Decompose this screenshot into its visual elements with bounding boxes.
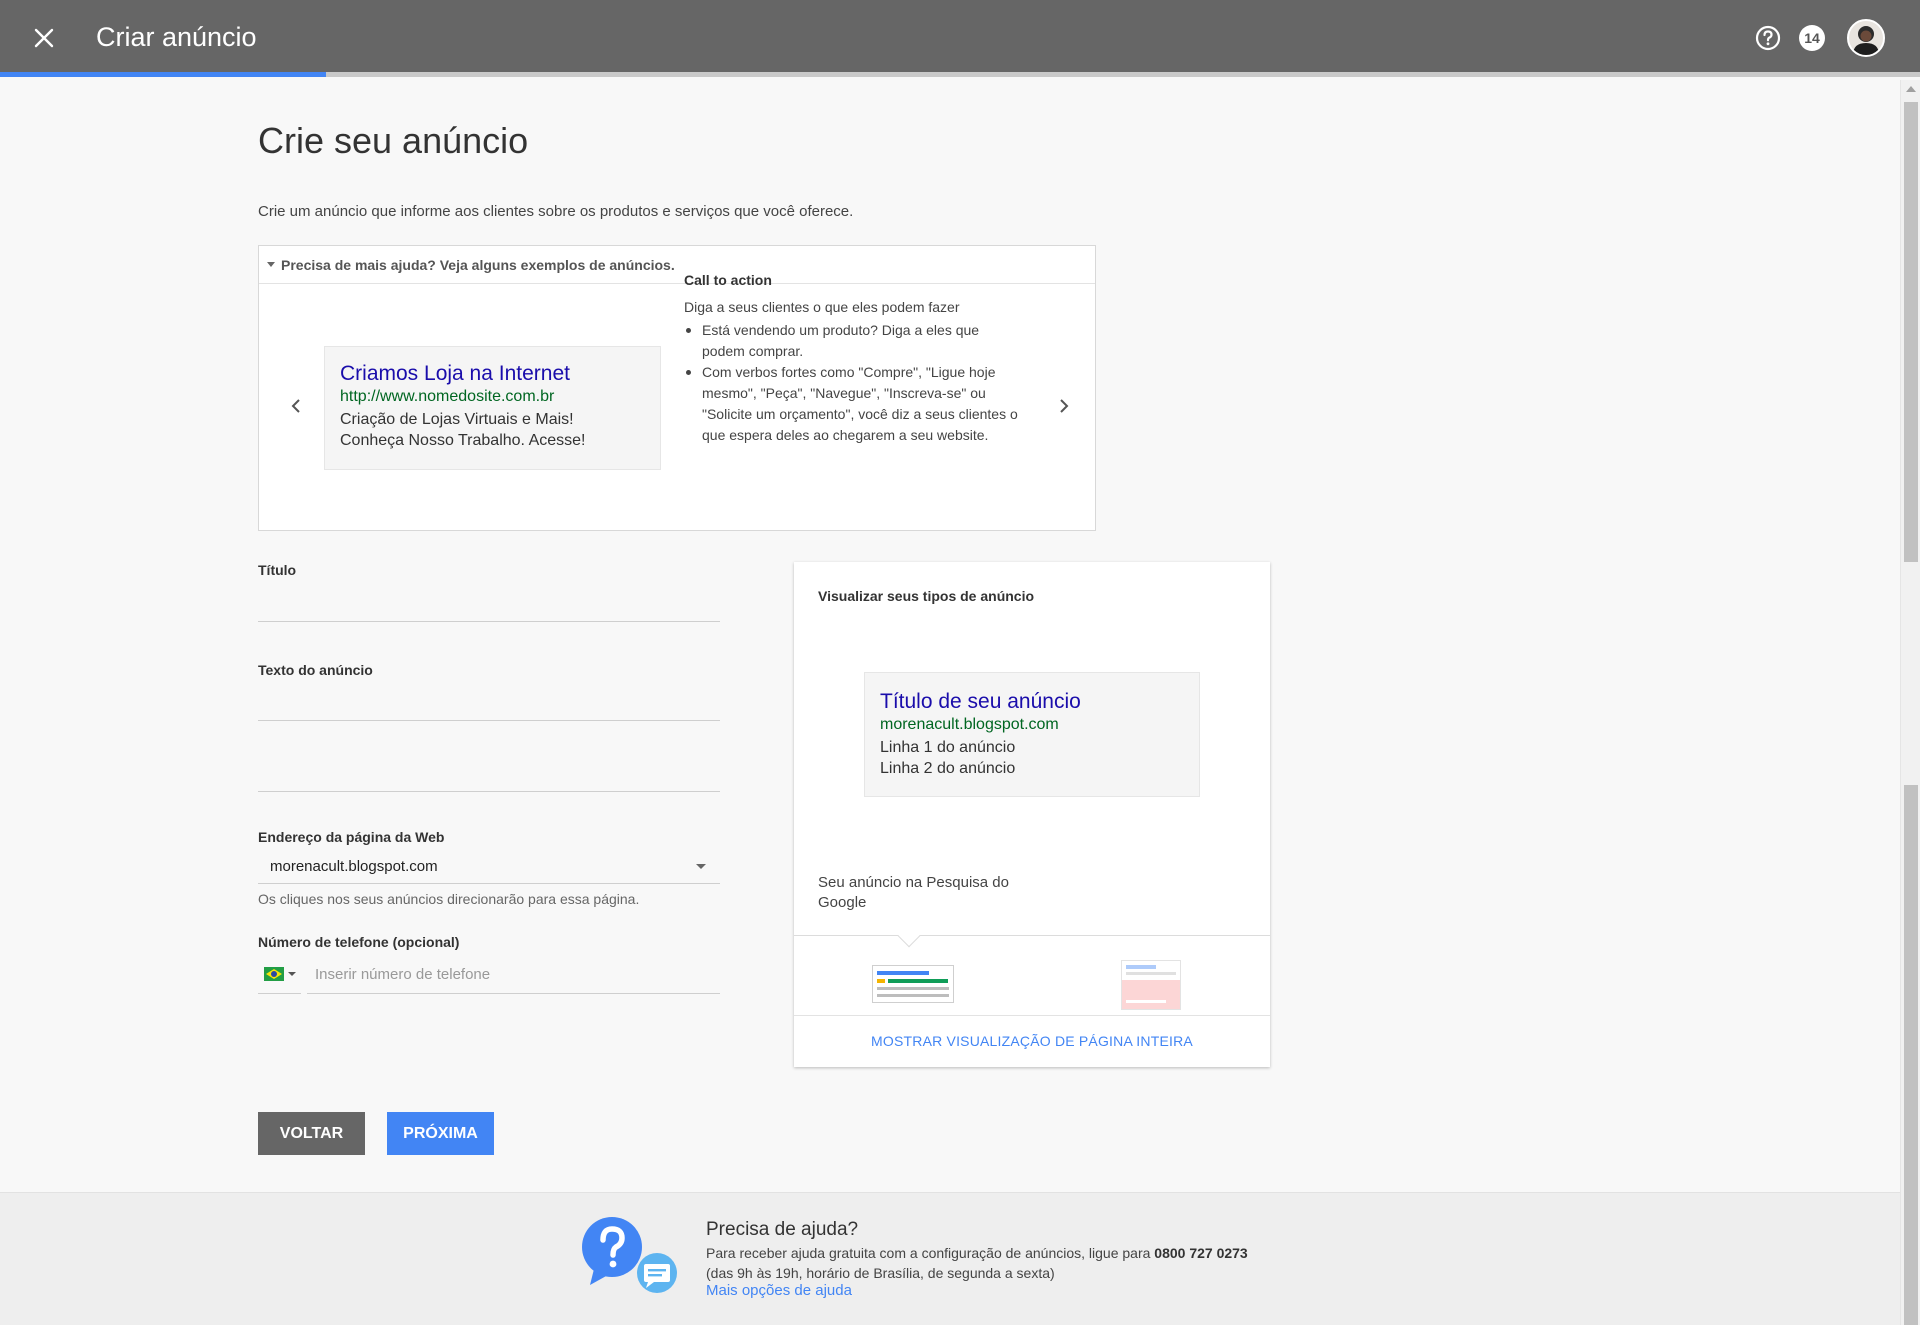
preview-ad-line-2: Linha 2 do anúncio [880, 760, 1016, 777]
preview-ad: Título de seu anúncio morenacult.blogspo… [864, 672, 1200, 797]
more-help-options-link[interactable]: Mais opções de ajuda [706, 1282, 852, 1299]
support-phone-number: 0800 727 0273 [1154, 1245, 1248, 1261]
ad-examples-toggle-label: Precisa de mais ajuda? Veja alguns exemp… [281, 256, 675, 273]
footer-help-line-2: (das 9h às 19h, horário de Brasília, de … [706, 1265, 1055, 1281]
help-chat-icon [580, 1213, 677, 1305]
footer-help-text: Para receber ajuda gratuita com a config… [706, 1243, 1248, 1283]
page-subtitle: Crie um anúncio que informe aos clientes… [258, 203, 854, 220]
dropdown-arrow-icon [696, 864, 706, 869]
preview-ad-line-1: Linha 1 do anúncio [880, 739, 1016, 756]
ad-text-line-1-underline [258, 720, 720, 721]
ad-text-line-2-underline [258, 791, 720, 792]
phone-label: Número de telefone (opcional) [258, 934, 460, 950]
web-address-underline [258, 883, 720, 884]
next-button[interactable]: PRÓXIMA [387, 1112, 494, 1155]
previous-example-button[interactable] [286, 396, 306, 416]
close-icon [34, 28, 54, 48]
country-code-underline [258, 993, 301, 994]
dropdown-arrow-icon [288, 972, 296, 976]
preview-caption: Seu anúncio na Pesquisa do Google [818, 874, 1009, 911]
cta-bullet: Está vendendo um produto? Diga a eles qu… [684, 320, 1024, 362]
call-to-action-tip: Call to action Diga a seus clientes o qu… [684, 270, 1024, 446]
brazil-flag-icon [264, 967, 284, 981]
preview-ad-title: Título de seu anúncio [880, 690, 1081, 713]
title-input-underline [258, 621, 720, 622]
ad-text-line-2-input[interactable] [258, 753, 720, 779]
chevron-left-icon [291, 399, 300, 413]
web-address-label: Endereço da página da Web [258, 829, 445, 845]
help-icon [1755, 25, 1781, 51]
app-title: Criar anúncio [96, 22, 257, 52]
example-ad-line-2: Conheça Nosso Trabalho. Acesse! [340, 432, 586, 449]
title-label: Título [258, 562, 297, 578]
page-scrollbar[interactable] [1900, 80, 1920, 1325]
preview-divider [794, 935, 1270, 936]
phone-input[interactable] [307, 959, 720, 989]
preview-title: Visualizar seus tipos de anúncio [818, 588, 1035, 604]
web-address-value: morenacult.blogspot.com [270, 857, 438, 875]
footer-title: Precisa de ajuda? [706, 1219, 859, 1240]
full-page-preview-link[interactable]: MOSTRAR VISUALIZAÇÃO DE PÁGINA INTEIRA [794, 1015, 1270, 1067]
back-button[interactable]: VOLTAR [258, 1112, 365, 1155]
ad-text-line-1-input[interactable] [258, 682, 720, 708]
example-ad: Criamos Loja na Internet http://www.nome… [324, 346, 661, 470]
example-ad-url: http://www.nomedosite.com.br [340, 388, 555, 405]
ad-examples-panel: Precisa de mais ajuda? Veja alguns exemp… [258, 245, 1096, 531]
help-button[interactable] [1754, 24, 1782, 52]
avatar-icon [1849, 21, 1883, 55]
ad-preview-card: Visualizar seus tipos de anúncio Título … [794, 562, 1270, 1067]
scrollbar-thumb[interactable] [1904, 102, 1918, 562]
preview-selection-notch [897, 924, 921, 948]
main-content: Crie seu anúncio Crie um anúncio que inf… [0, 77, 1900, 1192]
example-ad-title: Criamos Loja na Internet [340, 362, 570, 385]
triangle-down-icon [267, 262, 275, 267]
footer-help-line-1: Para receber ajuda gratuita com a config… [706, 1245, 1155, 1261]
cta-title: Call to action [684, 272, 772, 288]
help-footer: Precisa de ajuda? Para receber ajuda gra… [0, 1192, 1900, 1325]
ad-text-label: Texto do anúncio [258, 662, 373, 678]
title-input[interactable] [258, 583, 720, 609]
web-address-help-text: Os cliques nos seus anúncios direcionarã… [258, 891, 640, 907]
next-example-button[interactable] [1054, 396, 1074, 416]
cta-bullet: Com verbos fortes como "Compre", "Ligue … [684, 362, 1024, 446]
cta-intro: Diga a seus clientes o que eles podem fa… [684, 299, 960, 315]
search-results-icon [872, 965, 954, 1003]
chevron-right-icon [1060, 399, 1069, 413]
example-ad-line-1: Criação de Lojas Virtuais e Mais! [340, 411, 574, 428]
display-ad-thumbnail[interactable] [1121, 960, 1181, 1010]
display-network-icon [1121, 960, 1181, 1010]
page-title: Crie seu anúncio [258, 120, 529, 161]
notification-badge[interactable]: 14 [1799, 25, 1825, 51]
country-code-select[interactable] [258, 959, 301, 989]
cta-bullet-list: Está vendendo um produto? Diga a eles qu… [684, 320, 1024, 446]
search-ad-thumbnail[interactable] [872, 965, 954, 1003]
web-address-select[interactable]: morenacult.blogspot.com [258, 849, 720, 883]
preview-ad-url: morenacult.blogspot.com [880, 716, 1059, 733]
top-app-bar: Criar anúncio 14 [0, 0, 1920, 77]
scrollbar-track-lower[interactable] [1904, 785, 1918, 1325]
avatar[interactable] [1847, 19, 1885, 57]
scroll-up-icon[interactable] [1906, 86, 1916, 92]
close-button[interactable] [26, 20, 62, 56]
phone-input-underline [307, 993, 720, 994]
